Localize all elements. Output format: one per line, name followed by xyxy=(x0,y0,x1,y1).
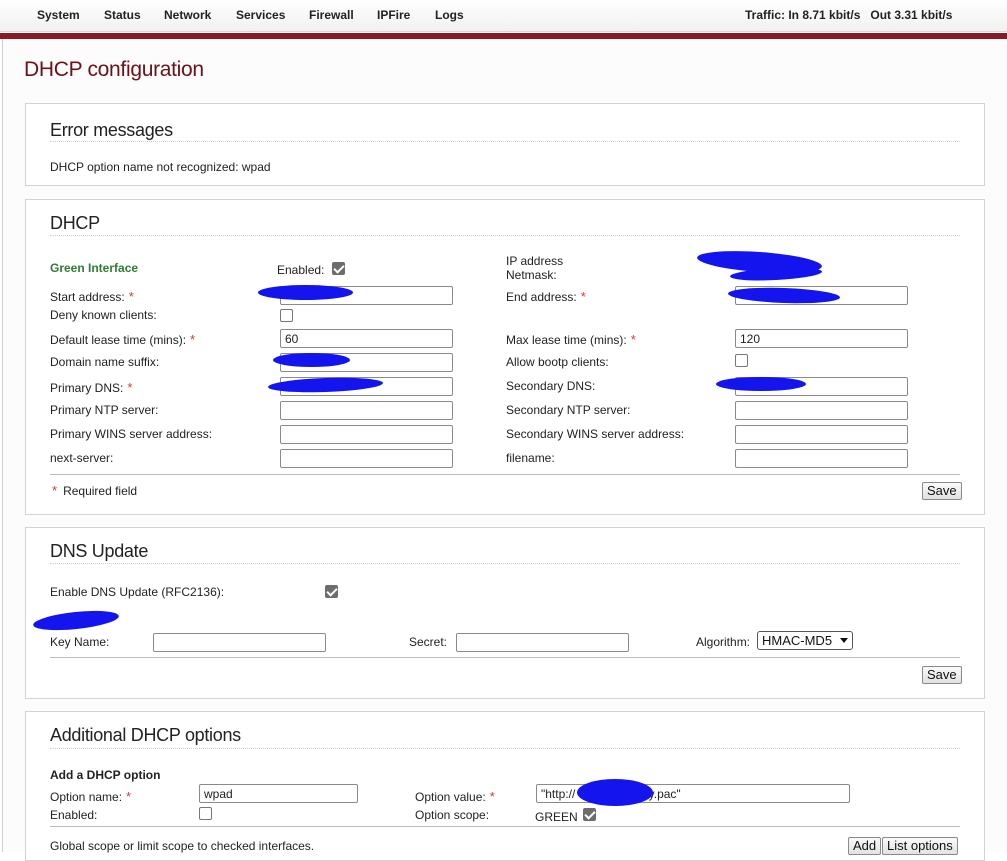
divider xyxy=(50,826,960,827)
error-message-text: DHCP option name not recognized: wpad xyxy=(50,160,271,174)
option-name-label: Option name: * xyxy=(50,789,132,804)
dns-update-box-title: DNS Update xyxy=(50,541,149,561)
key-name-input[interactable] xyxy=(153,633,326,652)
option-value-label: Option value: * xyxy=(415,789,495,804)
divider xyxy=(50,563,960,564)
deny-known-clients-checkbox[interactable] xyxy=(280,309,293,322)
redaction-mark xyxy=(273,353,350,367)
scope-green-checkbox[interactable] xyxy=(583,808,596,821)
max-lease-input[interactable] xyxy=(735,329,908,348)
scope-green-label: GREEN xyxy=(535,810,578,824)
secret-input[interactable] xyxy=(456,633,629,652)
next-server-label: next-server: xyxy=(50,451,114,465)
start-address-label: Start address: * xyxy=(50,289,134,304)
nav-services[interactable]: Services xyxy=(236,8,285,22)
nav-system[interactable]: System xyxy=(37,8,80,22)
next-server-input[interactable] xyxy=(280,449,453,468)
primary-ntp-input[interactable] xyxy=(280,401,453,420)
enabled-label: Enabled: xyxy=(277,263,325,277)
traffic-readout: Traffic: In 8.71 kbit/s Out 3.31 kbit/s xyxy=(745,8,953,22)
netmask-label: Netmask: xyxy=(506,268,557,282)
list-options-button[interactable]: List options xyxy=(882,837,958,855)
divider xyxy=(50,657,960,658)
top-navigation-bar: System Status Network Services Firewall … xyxy=(0,0,1007,32)
secondary-wins-input[interactable] xyxy=(735,425,908,444)
nav-ipfire[interactable]: IPFire xyxy=(377,8,410,22)
secondary-ntp-label: Secondary NTP server: xyxy=(506,403,631,417)
option-name-input[interactable] xyxy=(199,784,358,803)
nav-logs[interactable]: Logs xyxy=(435,8,464,22)
filename-input[interactable] xyxy=(735,449,908,468)
allow-bootp-checkbox[interactable] xyxy=(735,354,748,367)
algorithm-label: Algorithm: xyxy=(696,635,751,649)
dhcp-box: DHCP Green Interface Enabled: IP address… xyxy=(25,199,985,515)
redaction-mark xyxy=(258,285,353,300)
required-field-note: * Required field xyxy=(52,483,138,498)
add-option-heading: Add a DHCP option xyxy=(50,768,161,782)
ip-address-label: IP address xyxy=(506,254,564,268)
nav-network[interactable]: Network xyxy=(164,8,211,22)
nav-status[interactable]: Status xyxy=(104,8,141,22)
default-lease-label: Default lease time (mins): * xyxy=(50,332,196,347)
chevron-down-icon xyxy=(840,638,848,643)
secondary-ntp-input[interactable] xyxy=(735,401,908,420)
allow-bootp-label: Allow bootp clients: xyxy=(506,355,609,369)
primary-ntp-label: Primary NTP server: xyxy=(50,403,159,417)
primary-wins-label: Primary WINS server address: xyxy=(50,427,213,441)
nav-firewall[interactable]: Firewall xyxy=(309,8,354,22)
default-lease-input[interactable] xyxy=(280,329,453,348)
scope-footer-text: Global scope or limit scope to checked i… xyxy=(50,839,315,853)
redaction-mark xyxy=(577,779,653,806)
secondary-wins-label: Secondary WINS server address: xyxy=(506,427,685,441)
filename-label: filename: xyxy=(506,451,555,465)
dhcp-box-title: DHCP xyxy=(50,213,100,233)
additional-options-box: Additional DHCP options Add a DHCP optio… xyxy=(25,711,985,861)
divider xyxy=(50,141,960,142)
key-name-label: Key Name: xyxy=(50,635,110,649)
primary-dns-label: Primary DNS: * xyxy=(50,380,133,395)
option-enabled-checkbox[interactable] xyxy=(199,807,212,820)
divider xyxy=(50,748,960,749)
enable-dns-update-label: Enable DNS Update (RFC2136): xyxy=(50,585,225,599)
secret-label: Secret: xyxy=(409,635,448,649)
page-title: DHCP configuration xyxy=(24,58,204,81)
domain-suffix-label: Domain name suffix: xyxy=(50,355,160,369)
divider xyxy=(50,474,960,475)
green-interface-label: Green Interface xyxy=(50,261,139,275)
algorithm-select[interactable]: HMAC-MD5 xyxy=(757,631,853,650)
divider xyxy=(50,235,960,236)
option-scope-label: Option scope: xyxy=(415,808,490,822)
dns-update-box: DNS Update Enable DNS Update (RFC2136): … xyxy=(25,527,985,699)
end-address-label: End address: * xyxy=(506,289,586,304)
error-messages-box: Error messages DHCP option name not reco… xyxy=(25,103,985,186)
enabled-checkbox[interactable] xyxy=(332,262,345,275)
primary-wins-input[interactable] xyxy=(280,425,453,444)
max-lease-label: Max lease time (mins): * xyxy=(506,332,636,347)
secondary-dns-label: Secondary DNS: xyxy=(506,379,596,393)
redaction-mark xyxy=(716,377,806,391)
option-enabled-label: Enabled: xyxy=(50,808,98,822)
error-box-title: Error messages xyxy=(50,120,173,140)
additional-options-title: Additional DHCP options xyxy=(50,725,241,745)
dhcp-save-button[interactable]: Save xyxy=(922,482,962,500)
deny-known-clients-label: Deny known clients: xyxy=(50,308,157,322)
add-option-button[interactable]: Add xyxy=(848,837,882,855)
enable-dns-update-checkbox[interactable] xyxy=(325,585,338,598)
dns-update-save-button[interactable]: Save xyxy=(922,666,962,684)
algorithm-selected-value: HMAC-MD5 xyxy=(762,633,833,648)
